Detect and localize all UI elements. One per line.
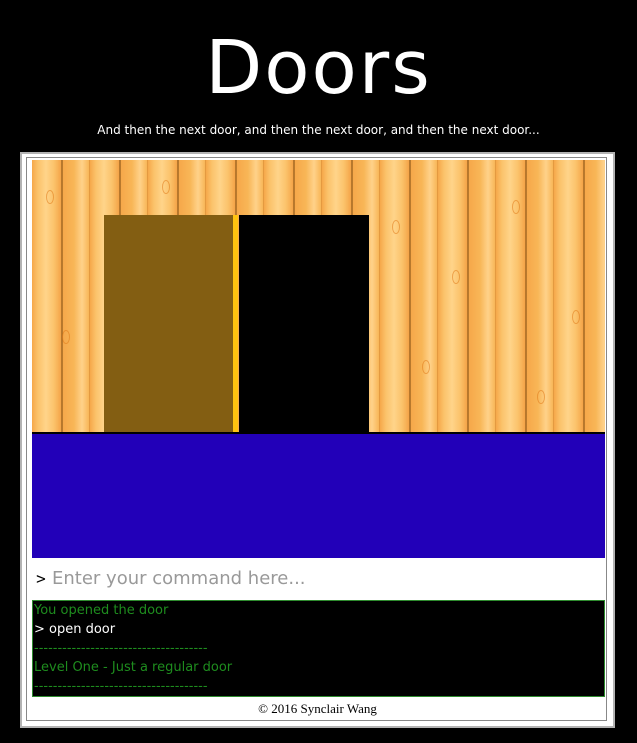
game-title: Doors — [205, 25, 432, 111]
wood-knot — [512, 200, 520, 214]
wood-knot — [452, 270, 460, 284]
console-log: You opened the door > open door ----------… — [32, 600, 605, 697]
wood-knot — [422, 360, 430, 374]
copyright-footer: © 2016 Synclair Wang — [258, 701, 377, 716]
game-subtitle: And then the next door, and then the nex… — [97, 123, 540, 137]
console-line: > open door — [34, 622, 116, 637]
game-scene — [32, 160, 605, 558]
dark-doorway[interactable] — [239, 215, 369, 432]
console-line: You opened the door — [34, 603, 169, 618]
wood-knot — [162, 180, 170, 194]
open-door-panel[interactable] — [104, 215, 233, 432]
command-bar: > — [32, 563, 605, 593]
wood-knot — [62, 330, 70, 344]
game-frame: > You opened the door > open door --------… — [20, 152, 615, 728]
floor — [32, 432, 605, 558]
wood-knot — [537, 390, 545, 404]
console-line: Level One - Just a regular door — [34, 660, 233, 675]
door-hinge-gap — [233, 215, 238, 432]
wood-knot — [392, 220, 400, 234]
command-input[interactable] — [50, 567, 592, 589]
console-line: ------------------------------------- — [34, 679, 208, 694]
wood-knot — [46, 190, 54, 204]
prompt-chevron-icon: > — [36, 568, 46, 588]
wood-knot — [572, 310, 580, 324]
console-line: ------------------------------------- — [34, 641, 208, 656]
